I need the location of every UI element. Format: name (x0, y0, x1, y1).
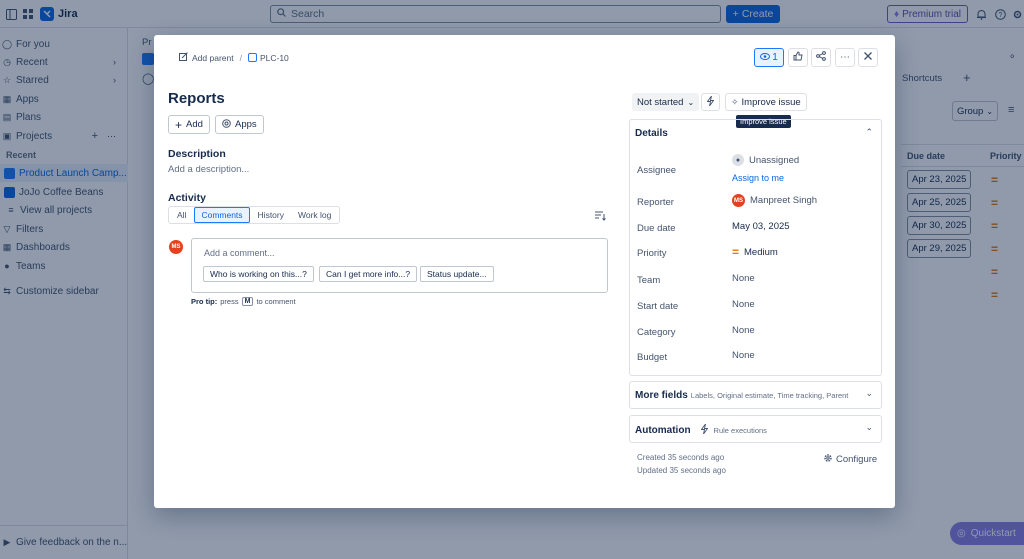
team-value[interactable]: None (732, 273, 755, 284)
eye-icon (760, 52, 771, 63)
priority-medium-icon: = (732, 245, 740, 259)
user-icon: ● (732, 154, 744, 166)
more-actions-button[interactable]: ⋯ (835, 48, 855, 67)
suggestion-more-info[interactable]: Can I get more info...? (319, 266, 418, 282)
pro-tip-label: Pro tip: (191, 297, 218, 306)
automation-heading: Automation Rule executions (635, 423, 767, 437)
add-button[interactable]: + Add (168, 115, 210, 134)
description-heading: Description (168, 148, 226, 160)
automation-button[interactable] (701, 93, 720, 111)
details-heading[interactable]: Details (635, 128, 668, 139)
tab-all[interactable]: All (171, 208, 192, 222)
comment-placeholder: Add a comment... (204, 248, 275, 258)
chevron-up-icon[interactable]: ⌃ (865, 127, 873, 138)
assignee-text: Unassigned (749, 154, 800, 166)
more-fields-panel[interactable]: More fields Labels, Original estimate, T… (629, 381, 882, 409)
add-parent-link[interactable]: Add parent (179, 52, 234, 63)
automation-title: Automation (635, 425, 691, 436)
close-button[interactable] (858, 48, 878, 67)
reporter-label: Reporter (637, 197, 674, 208)
improve-issue-button[interactable]: ✧ Improve issue (725, 93, 807, 111)
description-field[interactable]: Add a description... (168, 164, 249, 175)
edit-icon (179, 52, 188, 63)
more-fields-title: More fields (635, 390, 688, 401)
automation-panel[interactable]: Automation Rule executions ⌄ (629, 415, 882, 443)
lightning-icon (700, 423, 708, 437)
reporter-value[interactable]: MS Manpreet Singh (732, 194, 817, 207)
created-timestamp: Created 35 seconds ago (637, 453, 725, 462)
improve-issue-label: Improve issue (741, 96, 801, 108)
watch-count: 1 (772, 52, 778, 63)
tab-history[interactable]: History (252, 208, 290, 222)
budget-label: Budget (637, 352, 668, 363)
due-date-label: Due date (637, 223, 676, 234)
reporter-text: Manpreet Singh (750, 195, 818, 206)
priority-label: Priority (637, 248, 667, 259)
apps-label: Apps (235, 119, 257, 130)
assign-to-me-link[interactable]: Assign to me (732, 173, 784, 183)
due-date-value[interactable]: May 03, 2025 (732, 221, 790, 232)
chevron-down-icon: ⌄ (865, 388, 873, 398)
breadcrumb-separator: / (239, 52, 242, 63)
apps-icon (222, 118, 231, 131)
sort-icon[interactable] (595, 211, 606, 224)
configure-label: Configure (836, 454, 878, 465)
budget-value[interactable]: None (732, 350, 755, 361)
avatar: MS (169, 240, 183, 254)
priority-value[interactable]: = Medium (732, 245, 778, 259)
configure-button[interactable]: Configure (823, 453, 877, 466)
issue-key-link[interactable]: PLC-10 (247, 52, 289, 63)
suggestion-who-working[interactable]: Who is working on this...? (203, 266, 314, 282)
start-date-value[interactable]: None (732, 299, 755, 310)
task-checkbox-icon (247, 53, 257, 62)
share-button[interactable] (811, 48, 831, 67)
share-icon (816, 51, 826, 64)
tab-comments[interactable]: Comments (194, 207, 250, 223)
team-label: Team (637, 275, 661, 286)
pro-tip: Pro tip: press M to comment (191, 297, 296, 306)
category-label: Category (637, 327, 676, 338)
start-date-label: Start date (637, 301, 679, 312)
more-fields-sub: Labels, Original estimate, Time tracking… (690, 391, 849, 400)
gear-icon (823, 453, 833, 466)
activity-heading: Activity (168, 192, 206, 204)
add-parent-label: Add parent (192, 52, 234, 63)
category-value[interactable]: None (732, 325, 755, 336)
tab-work-log[interactable]: Work log (292, 208, 337, 222)
details-panel: Details ⌃ Assignee ● Unassigned Assign t… (629, 119, 882, 376)
more-icon: ⋯ (840, 52, 850, 63)
avatar: MS (732, 194, 745, 207)
sparkle-icon: ✧ (731, 96, 739, 107)
issue-title[interactable]: Reports (168, 90, 225, 107)
chevron-down-icon: ⌄ (687, 97, 695, 107)
pro-tip-rest: to comment (256, 297, 296, 306)
updated-timestamp: Updated 35 seconds ago (637, 466, 726, 475)
close-icon (864, 52, 872, 63)
status-dropdown[interactable]: Not started ⌄ (632, 93, 700, 111)
suggestion-status-update[interactable]: Status update... (420, 266, 494, 282)
plus-icon: + (175, 117, 183, 132)
watch-button[interactable]: 1 (754, 48, 784, 67)
keyboard-key: M (241, 297, 254, 306)
automation-sub: Rule executions (713, 426, 767, 435)
assignee-value[interactable]: ● Unassigned (732, 154, 799, 166)
issue-key: PLC-10 (259, 52, 289, 63)
chevron-down-icon: ⌄ (865, 422, 873, 432)
apps-button[interactable]: Apps (215, 115, 264, 134)
assignee-label: Assignee (637, 165, 677, 176)
add-label: Add (186, 119, 203, 130)
like-button[interactable] (788, 48, 808, 67)
lightning-icon (706, 95, 715, 109)
status-label: Not started (637, 96, 684, 108)
activity-tabs: All Comments History Work log (168, 206, 341, 224)
breadcrumb: Add parent / PLC-10 (179, 52, 289, 63)
comment-input[interactable]: Add a comment... Who is working on this.… (191, 238, 608, 293)
more-fields-heading: More fields Labels, Original estimate, T… (635, 390, 848, 401)
thumbs-up-icon (793, 51, 803, 64)
pro-tip-press: press (220, 297, 239, 306)
issue-dialog: Add parent / PLC-10 1 ⋯ Reports + Add Ap… (154, 35, 895, 508)
priority-text: Medium (744, 246, 778, 258)
